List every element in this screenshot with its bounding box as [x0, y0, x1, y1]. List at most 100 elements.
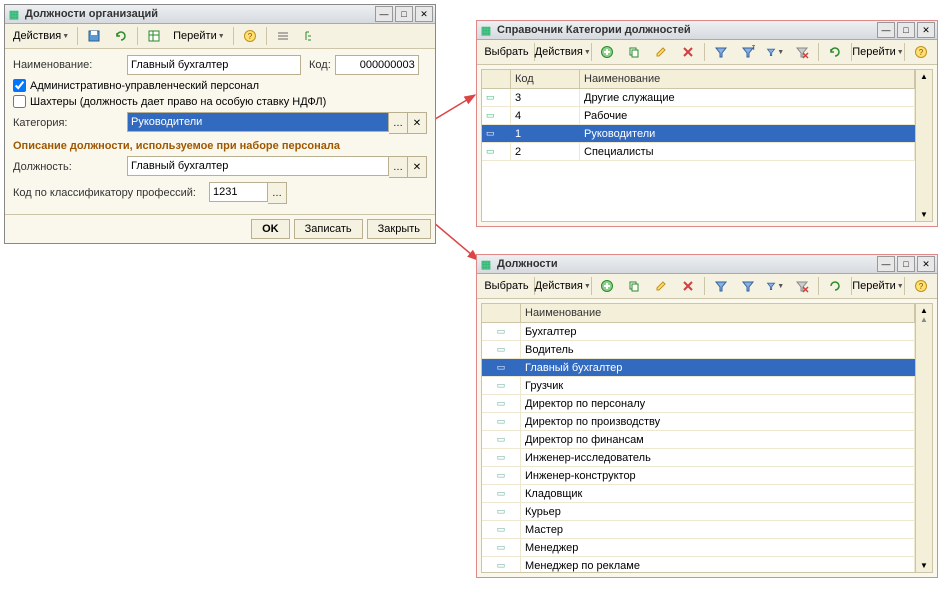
- col-code[interactable]: Код: [511, 70, 580, 88]
- actions-menu[interactable]: Действия▼: [8, 25, 74, 47]
- win-positions: ▦ Должности — □ ✕ Выбрать Действия▼ ▼ Пе…: [476, 254, 938, 578]
- copy-icon[interactable]: [621, 275, 647, 297]
- filter2-icon[interactable]: [735, 275, 761, 297]
- goto-menu[interactable]: Перейти▼: [855, 41, 902, 63]
- grid-header: Наименование: [482, 304, 915, 323]
- chk-admin[interactable]: Административно-управленческий персонал: [13, 79, 427, 92]
- table-icon: ▦: [479, 258, 493, 271]
- name-label: Наименование:: [13, 59, 127, 71]
- filter-menu-icon[interactable]: ▼: [762, 275, 788, 297]
- add-icon[interactable]: [594, 275, 620, 297]
- ok-button[interactable]: OK: [251, 219, 290, 239]
- add-icon[interactable]: [594, 41, 620, 63]
- scrollbar[interactable]: ▲▲▼: [915, 304, 932, 572]
- table-row[interactable]: ▭Директор по финансам: [482, 431, 915, 449]
- maximize-button[interactable]: □: [395, 6, 413, 22]
- minimize-button[interactable]: —: [877, 256, 895, 272]
- help-icon[interactable]: ?: [237, 25, 263, 47]
- copy-icon[interactable]: [621, 41, 647, 63]
- titlebar[interactable]: ▦ Справочник Категории должностей — □ ✕: [477, 21, 937, 40]
- goto-menu[interactable]: Перейти▼: [168, 25, 230, 47]
- filter1-icon[interactable]: [708, 275, 734, 297]
- grid: Наименование ▭Бухгалтер▭Водитель▭Главный…: [481, 303, 933, 573]
- edit-icon[interactable]: [648, 275, 674, 297]
- refresh-icon[interactable]: [108, 25, 134, 47]
- table-row[interactable]: ▭3Другие служащие: [482, 89, 915, 107]
- table-row[interactable]: ▭4Рабочие: [482, 107, 915, 125]
- table-row[interactable]: ▭1Руководители: [482, 125, 915, 143]
- classifier-lookup-button[interactable]: …: [268, 182, 287, 204]
- actions-menu[interactable]: Действия▼: [538, 41, 588, 63]
- edit-icon[interactable]: [648, 41, 674, 63]
- title: Справочник Категории должностей: [493, 24, 875, 36]
- tree-icon[interactable]: [297, 25, 323, 47]
- col-name[interactable]: Наименование: [521, 304, 915, 322]
- help-icon[interactable]: ?: [908, 275, 934, 297]
- table-row[interactable]: ▭Бухгалтер: [482, 323, 915, 341]
- category-input[interactable]: Руководители: [127, 112, 389, 132]
- close-button[interactable]: ✕: [917, 256, 935, 272]
- col-name[interactable]: Наименование: [580, 70, 915, 88]
- save-button[interactable]: Записать: [294, 219, 363, 239]
- toolbar: Выбрать Действия▼ ▼ Перейти▼ ?: [477, 274, 937, 299]
- position-clear-button[interactable]: ✕: [408, 156, 427, 178]
- name-input[interactable]: Главный бухгалтер: [127, 55, 301, 75]
- save-icon[interactable]: [81, 25, 107, 47]
- category-label: Категория:: [13, 117, 127, 129]
- table-row[interactable]: ▭Кладовщик: [482, 485, 915, 503]
- close-button[interactable]: ✕: [917, 22, 935, 38]
- minimize-button[interactable]: —: [877, 22, 895, 38]
- category-lookup-button[interactable]: …: [389, 112, 408, 134]
- table-row[interactable]: ▭Менеджер: [482, 539, 915, 557]
- table-row[interactable]: ▭Менеджер по рекламе: [482, 557, 915, 572]
- table-row[interactable]: ▭Главный бухгалтер: [482, 359, 915, 377]
- minimize-button[interactable]: —: [375, 6, 393, 22]
- delete-icon[interactable]: [675, 41, 701, 63]
- scrollbar[interactable]: ▲▼: [915, 70, 932, 221]
- category-clear-button[interactable]: ✕: [408, 112, 427, 134]
- close-button[interactable]: ✕: [415, 6, 433, 22]
- table-row[interactable]: ▭Курьер: [482, 503, 915, 521]
- col-icon[interactable]: [482, 70, 511, 88]
- code-input[interactable]: 000000003: [335, 55, 419, 75]
- maximize-button[interactable]: □: [897, 22, 915, 38]
- col-icon[interactable]: [482, 304, 521, 322]
- titlebar[interactable]: ▦ Должности — □ ✕: [477, 255, 937, 274]
- filter-clear-icon[interactable]: [789, 41, 815, 63]
- svg-text:?: ?: [247, 32, 252, 41]
- titlebar[interactable]: ▦ Должности организаций — □ ✕: [5, 5, 435, 24]
- table-row[interactable]: ▭Директор по персоналу: [482, 395, 915, 413]
- maximize-button[interactable]: □: [897, 256, 915, 272]
- refresh-icon[interactable]: [822, 41, 848, 63]
- classifier-input[interactable]: 1231: [209, 182, 268, 202]
- spreadsheet-icon[interactable]: [141, 25, 167, 47]
- win-positions-org: ▦ Должности организаций — □ ✕ Действия▼ …: [4, 4, 436, 244]
- select-button[interactable]: Выбрать: [480, 275, 531, 297]
- filter1-icon[interactable]: [708, 41, 734, 63]
- table-row[interactable]: ▭2Специалисты: [482, 143, 915, 161]
- svg-text:?: ?: [919, 282, 924, 291]
- table-row[interactable]: ▭Водитель: [482, 341, 915, 359]
- chk-miners[interactable]: Шахтеры (должность дает право на особую …: [13, 95, 427, 108]
- position-input[interactable]: Главный бухгалтер: [127, 156, 389, 176]
- list-icon[interactable]: [270, 25, 296, 47]
- toolbar: Выбрать Действия▼ T ▼ Перейти▼ ?: [477, 40, 937, 65]
- filter-clear-icon[interactable]: [789, 275, 815, 297]
- refresh-icon[interactable]: [822, 275, 848, 297]
- select-button[interactable]: Выбрать: [480, 41, 531, 63]
- goto-menu[interactable]: Перейти▼: [855, 275, 902, 297]
- filter-menu-icon[interactable]: ▼: [762, 41, 788, 63]
- table-icon: ▦: [479, 24, 493, 37]
- table-row[interactable]: ▭Директор по производству: [482, 413, 915, 431]
- close-form-button[interactable]: Закрыть: [367, 219, 431, 239]
- table-row[interactable]: ▭Грузчик: [482, 377, 915, 395]
- table-row[interactable]: ▭Мастер: [482, 521, 915, 539]
- table-row[interactable]: ▭Инженер-конструктор: [482, 467, 915, 485]
- help-icon[interactable]: ?: [908, 41, 934, 63]
- actions-menu[interactable]: Действия▼: [538, 275, 588, 297]
- table-row[interactable]: ▭Инженер-исследователь: [482, 449, 915, 467]
- position-lookup-button[interactable]: …: [389, 156, 408, 178]
- delete-icon[interactable]: [675, 275, 701, 297]
- section-header: Описание должности, используемое при наб…: [13, 140, 427, 152]
- filter2-icon[interactable]: T: [735, 41, 761, 63]
